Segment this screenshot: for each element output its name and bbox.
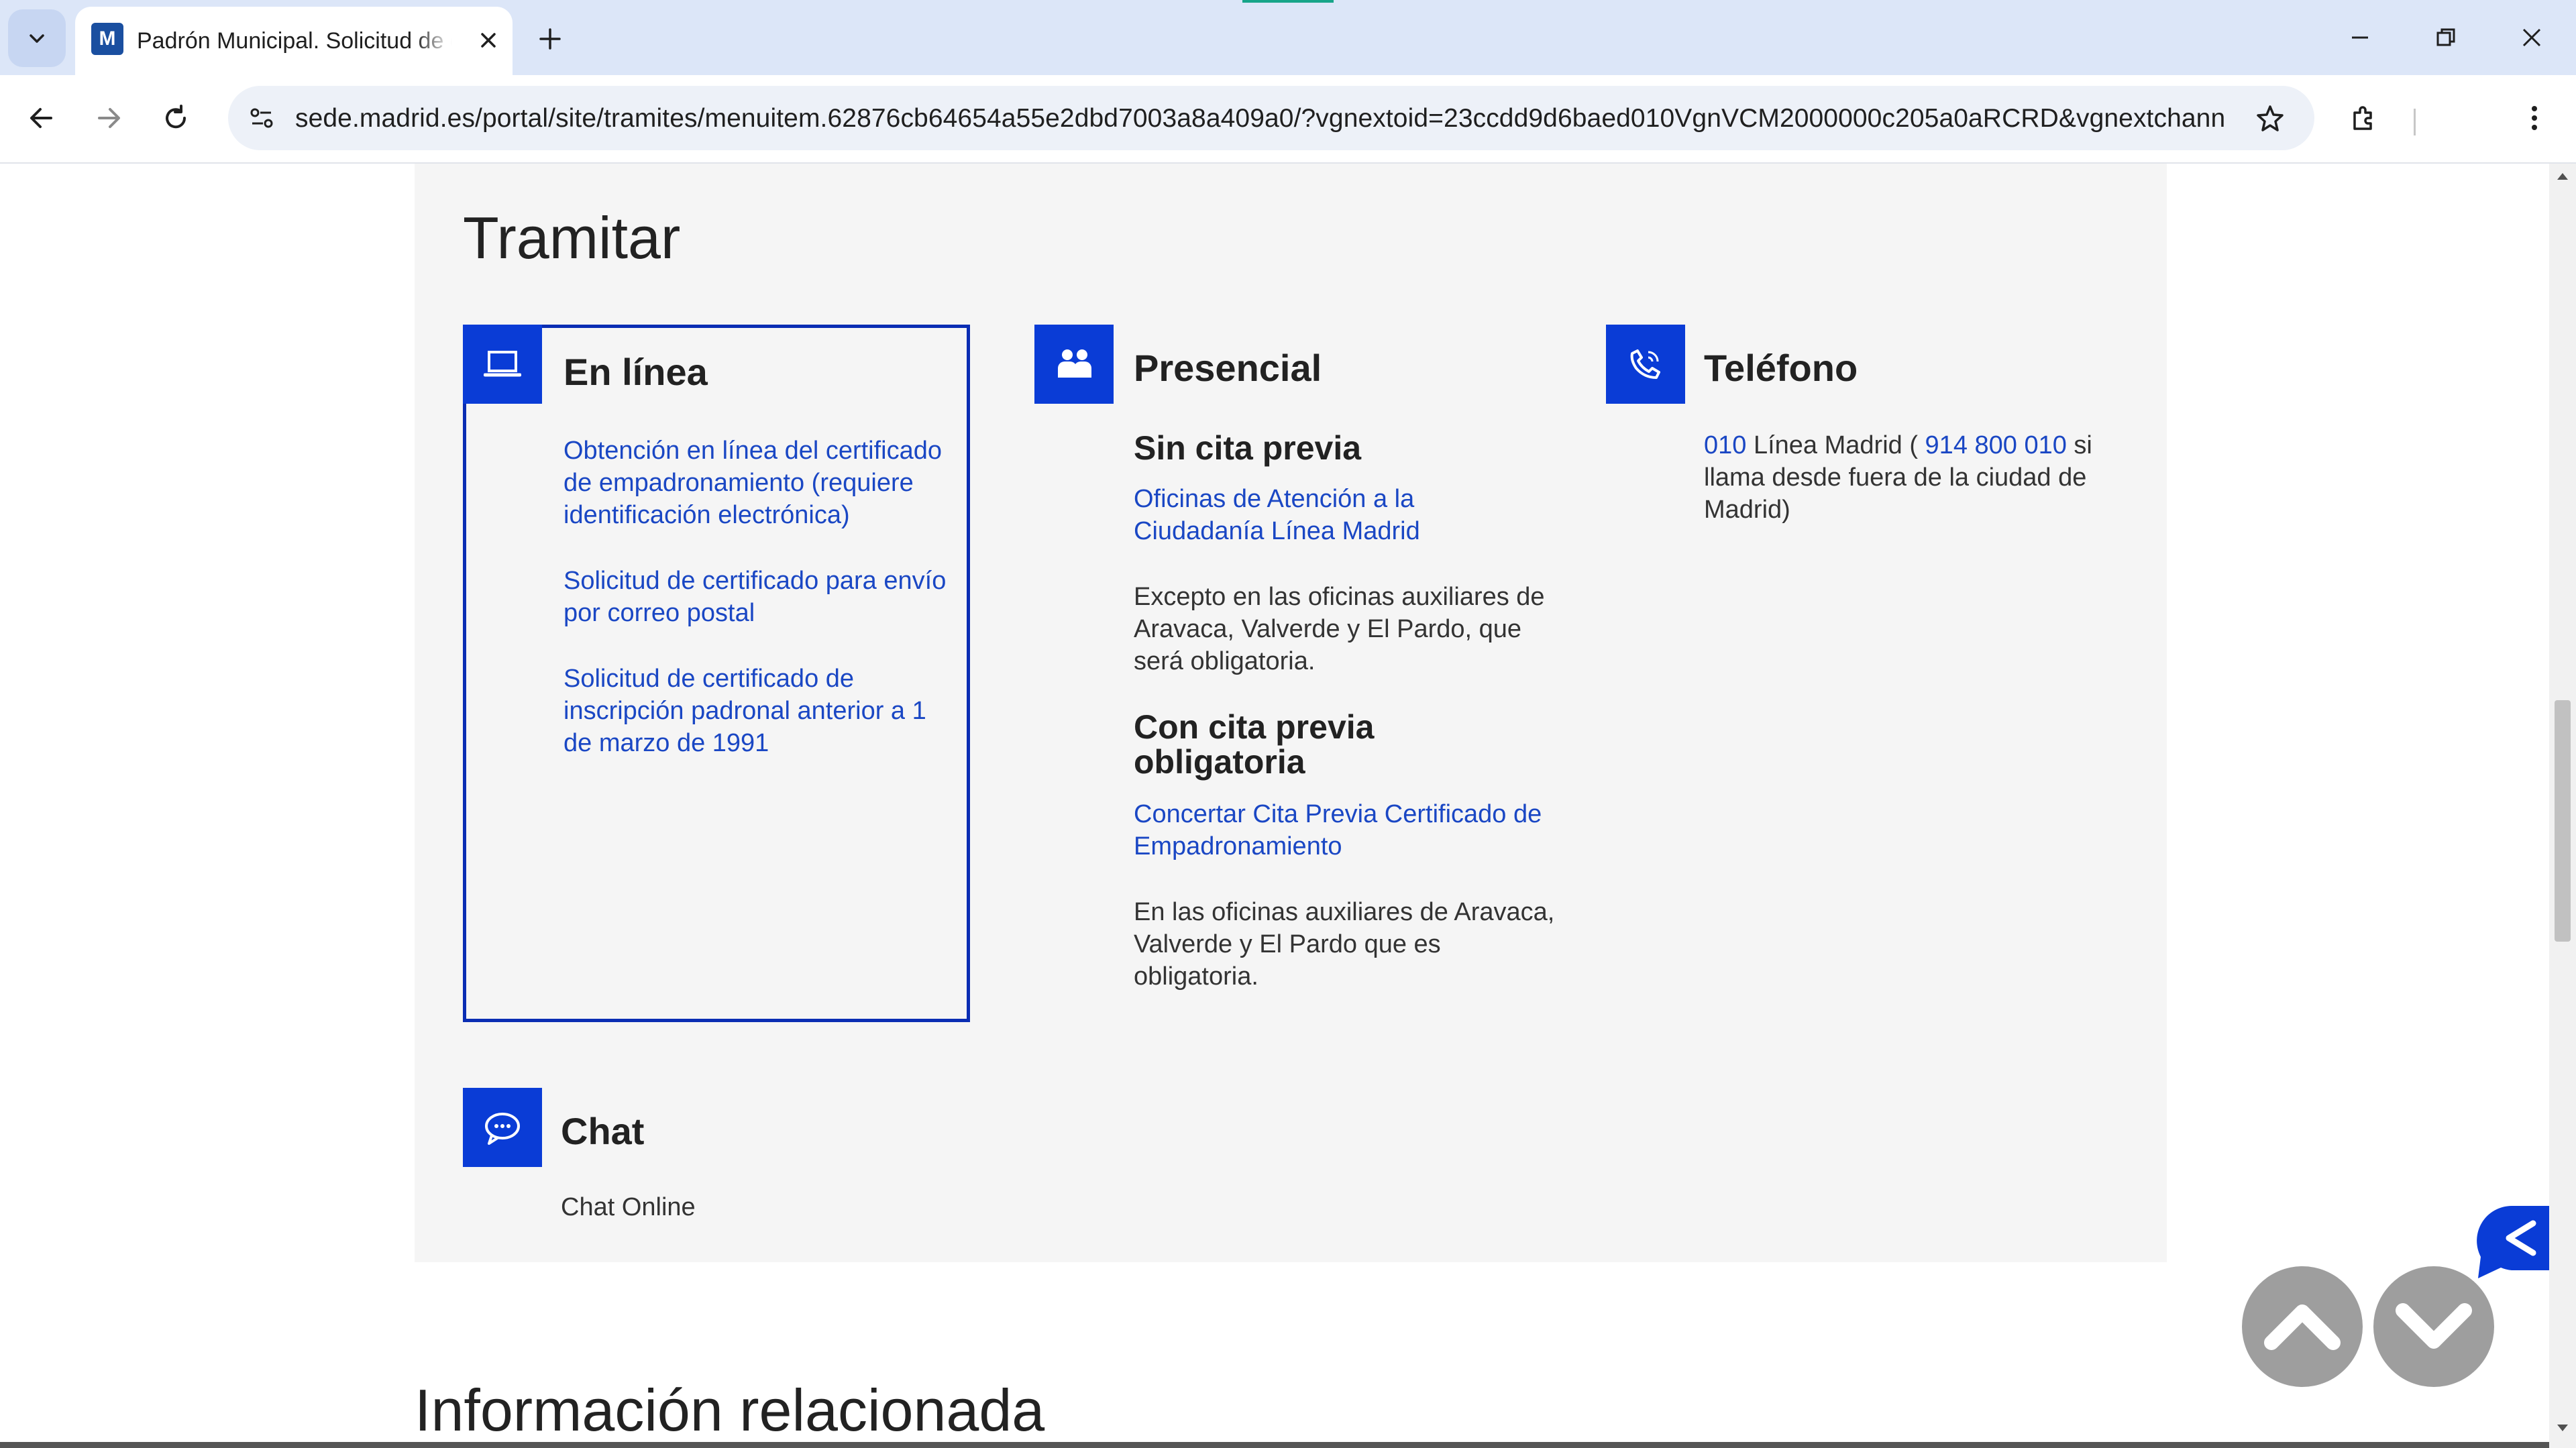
chat-online-text[interactable]: Chat Online	[561, 1191, 829, 1223]
phone-text-1: Línea Madrid (	[1746, 431, 1925, 459]
scroll-up-button[interactable]	[2242, 1266, 2363, 1387]
bottom-edge	[0, 1442, 2549, 1448]
online-link-correo-postal[interactable]: Solicitud de certificado para envío por …	[564, 565, 953, 629]
telefono-title: Teléfono	[1704, 347, 1858, 389]
star-icon	[2257, 105, 2284, 131]
page-scrollbar[interactable]	[2549, 164, 2576, 1448]
chat-bubble-icon	[2477, 1206, 2549, 1278]
forward-button[interactable]	[85, 94, 133, 142]
url-text[interactable]: sede.madrid.es/portal/site/tramites/menu…	[295, 104, 2227, 135]
scrollbar-thumb[interactable]	[2555, 700, 2571, 942]
plus-icon	[539, 28, 561, 50]
sin-cita-title: Sin cita previa	[1134, 429, 1362, 467]
back-arrow-icon	[30, 108, 52, 128]
site-info-button[interactable]	[240, 97, 283, 140]
browser-tab-bar: M Padrón Municipal. Solicitud de certifi…	[0, 0, 2576, 75]
bookmark-button[interactable]	[2247, 95, 2293, 141]
tab-title: Padrón Municipal. Solicitud de certifica…	[137, 28, 452, 54]
online-title: En línea	[564, 351, 708, 393]
scroll-down-button[interactable]	[2373, 1266, 2494, 1387]
tab-list-button[interactable]	[8, 9, 66, 67]
minimize-icon	[2352, 36, 2368, 39]
online-icon-box	[463, 325, 542, 404]
page-viewport: Tramitar En línea Obtención en línea del…	[0, 164, 2549, 1448]
chat-title: Chat	[561, 1110, 645, 1152]
laptop-icon	[484, 351, 521, 377]
toolbar-divider	[2414, 109, 2416, 135]
restore-icon	[2436, 28, 2455, 46]
window-close-icon	[2522, 28, 2541, 47]
people-icon	[1058, 349, 1091, 378]
extensions-icon	[2353, 106, 2372, 130]
online-link-certificado[interactable]: Obtención en línea del certificado de em…	[564, 435, 953, 531]
online-link-anterior-1991[interactable]: Solicitud de certificado de inscripción …	[564, 663, 953, 759]
presencial-icon-box	[1034, 325, 1114, 404]
tab-close-button[interactable]	[471, 23, 506, 58]
extensions-button[interactable]	[2340, 94, 2388, 142]
phone-link-914800010[interactable]: 914 800 010	[1925, 431, 2067, 459]
minimize-button[interactable]	[2332, 16, 2388, 59]
chevron-down-icon	[2396, 1303, 2472, 1349]
kebab-menu-icon	[2532, 106, 2537, 130]
active-tab[interactable]: M Padrón Municipal. Solicitud de certifi…	[75, 7, 513, 75]
window-close-button[interactable]	[2504, 16, 2560, 59]
sin-cita-text: Excepto en las oficinas auxiliares de Ar…	[1134, 583, 1545, 675]
con-cita-title: Con cita previa obligatoria	[1134, 708, 1375, 781]
chat-icon	[485, 1113, 520, 1145]
forward-arrow-icon	[98, 108, 120, 128]
phone-link-010[interactable]: 010	[1704, 431, 1746, 459]
telefono-text: 010 Línea Madrid ( 914 800 010 si llama …	[1704, 429, 2120, 526]
browser-menu-button[interactable]	[2510, 94, 2559, 142]
chat-icon-box	[463, 1088, 542, 1167]
restore-button[interactable]	[2418, 16, 2474, 59]
scroll-arrow-up-icon[interactable]	[2557, 172, 2568, 180]
con-cita-link[interactable]: Concertar Cita Previa Certificado de Emp…	[1134, 798, 1550, 862]
reload-button[interactable]	[152, 94, 200, 142]
reload-icon	[166, 105, 186, 129]
address-bar[interactable]: sede.madrid.es/portal/site/tramites/menu…	[228, 86, 2314, 150]
chevron-up-icon	[2264, 1304, 2341, 1350]
new-tab-button[interactable]	[530, 19, 570, 59]
back-button[interactable]	[17, 94, 66, 142]
browser-toolbar: sede.madrid.es/portal/site/tramites/menu…	[0, 75, 2576, 164]
tab-list-icon	[30, 34, 44, 43]
phone-icon	[1630, 349, 1660, 379]
madrid-favicon-icon: M	[91, 23, 123, 55]
scroll-arrow-down-icon[interactable]	[2557, 1425, 2568, 1433]
section-title-tramitar: Tramitar	[463, 205, 681, 271]
tab-bar-accent	[1242, 0, 1334, 3]
presencial-title: Presencial	[1134, 347, 1322, 389]
telefono-icon-box	[1606, 325, 1685, 404]
sin-cita-link[interactable]: Oficinas de Atención a la Ciudadanía Lín…	[1134, 483, 1509, 547]
related-info-title: Información relacionada	[415, 1377, 1045, 1443]
floating-chat-button[interactable]	[2474, 1203, 2549, 1284]
site-settings-icon	[250, 108, 273, 128]
close-icon	[481, 33, 496, 48]
con-cita-text: En las oficinas auxiliares de Aravaca, V…	[1134, 898, 1555, 991]
